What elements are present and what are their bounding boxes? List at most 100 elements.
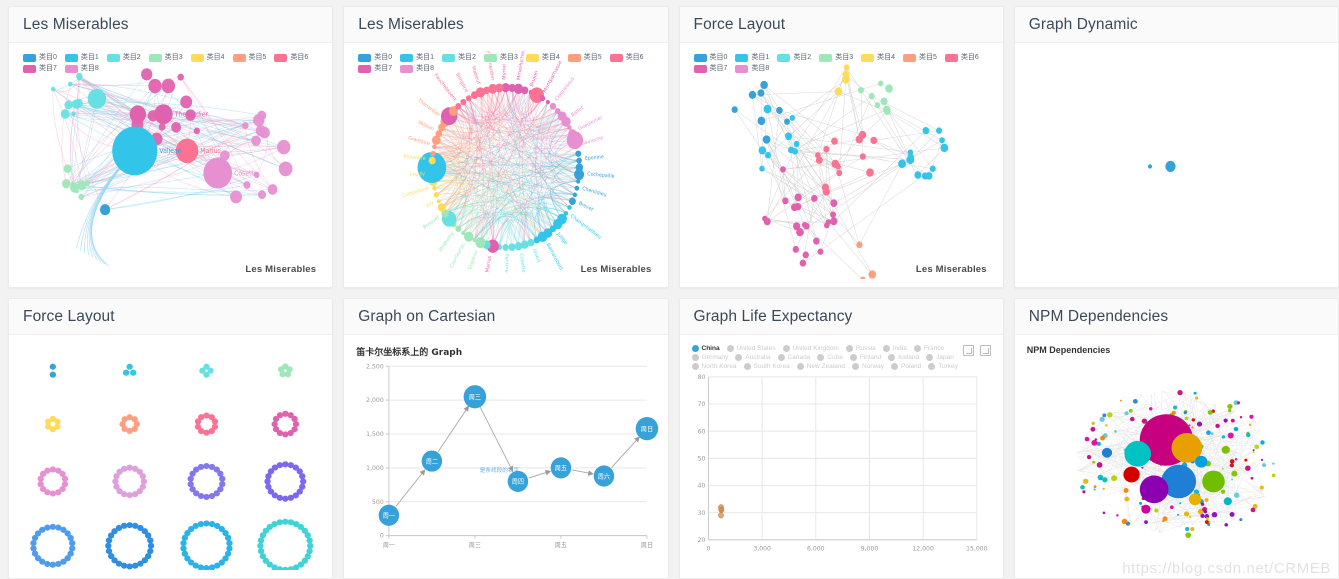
chart-toolbox[interactable] — [962, 344, 991, 356]
card-graph-dynamic[interactable]: Graph Dynamic — [1013, 6, 1339, 288]
svg-text:Cosette: Cosette — [234, 169, 258, 177]
svg-text:3,000: 3,000 — [753, 545, 771, 552]
svg-text:1,000: 1,000 — [366, 464, 384, 471]
chart-caption: Les Miserables — [580, 263, 652, 275]
svg-text:MmeHucheloup: MmeHucheloup — [516, 51, 528, 81]
svg-text:Simplice: Simplice — [454, 72, 469, 94]
svg-text:Grantaire: Grantaire — [408, 135, 431, 147]
svg-text:Brujon: Brujon — [529, 70, 540, 88]
force-layout-graph[interactable] — [688, 51, 995, 279]
svg-text:Chenildieu: Chenildieu — [582, 186, 608, 199]
svg-text:周五: 周五 — [555, 465, 567, 472]
svg-text:周三: 周三 — [469, 394, 481, 401]
svg-text:周日: 周日 — [641, 425, 653, 432]
svg-text:2,000: 2,000 — [366, 397, 384, 404]
card-npm-dependencies[interactable]: NPM Dependencies NPM Dependencies — [1013, 297, 1339, 579]
svg-text:周一: 周一 — [383, 542, 395, 549]
svg-text:Mabeuf: Mabeuf — [470, 65, 481, 85]
force-layout-rings-graph[interactable] — [17, 343, 324, 570]
svg-text:2,500: 2,500 — [366, 363, 384, 370]
svg-text:12,000: 12,000 — [912, 545, 933, 552]
graph-dynamic-graph[interactable] — [1023, 51, 1330, 279]
svg-text:Prouvaire: Prouvaire — [404, 154, 427, 162]
chart-caption: Les Miserables — [915, 263, 987, 275]
svg-text:50: 50 — [697, 455, 705, 462]
data-zoom-reset-icon[interactable] — [979, 344, 991, 356]
svg-text:Brevet: Brevet — [578, 201, 595, 214]
svg-text:Babet: Babet — [570, 105, 585, 119]
svg-text:60: 60 — [697, 428, 705, 435]
card-chart-area[interactable]: NPM Dependencies — [1022, 342, 1330, 571]
svg-text:30: 30 — [697, 509, 705, 516]
svg-text:20: 20 — [697, 536, 705, 543]
svg-text:Gavroche: Gavroche — [581, 135, 604, 147]
svg-text:周四: 周四 — [512, 478, 524, 485]
npm-dependencies-graph[interactable] — [1023, 343, 1330, 571]
chart-caption: Les Miserables — [245, 263, 317, 275]
svg-text:Valjean: Valjean — [417, 119, 435, 132]
chart-card-grid: Les Miserables 类目0 类目1 类目2 类目3 类目4 类目5 类目6 类目7 类… — [0, 0, 1339, 579]
svg-text:周二: 周二 — [426, 458, 438, 465]
card-les-miserables-circular[interactable]: Les Miserables 类目0 类目1 类目2 类目3 类目4 类目5 类目6 类目7 类… — [343, 6, 669, 288]
svg-text:Jondrette: Jondrette — [437, 231, 456, 254]
svg-text:0: 0 — [380, 532, 384, 539]
svg-text:Joly: Joly — [424, 200, 435, 210]
svg-text:Fauchelevent: Fauchelevent — [433, 73, 458, 103]
card-chart-area[interactable]: 类目0 类目1 类目2 类目3 类目4 类目5 类目6 类目7 类目8 Valjean Mariu… — [17, 51, 325, 279]
les-miserables-force-graph[interactable]: Valjean Marius Cosette Javert Thenardier — [17, 51, 324, 279]
svg-text:1,500: 1,500 — [366, 431, 384, 438]
svg-text:周一: 周一 — [383, 512, 395, 519]
svg-text:6,000: 6,000 — [807, 545, 825, 552]
svg-text:Thenardier: Thenardier — [174, 110, 209, 118]
card-title: Graph Dynamic — [1014, 7, 1338, 43]
svg-text:周三: 周三 — [469, 542, 481, 549]
card-title: Graph Life Expectancy — [679, 298, 1003, 335]
svg-text:周五: 周五 — [555, 542, 567, 549]
svg-text:Enjolras: Enjolras — [468, 249, 480, 271]
graph-on-cartesian-chart[interactable]: 0 500 1,000 1,500 2,000 2,500 周一 周三 周五 周日 是条线段的名字周… — [352, 343, 659, 571]
les-miserables-circular-graph[interactable]: Myriel MmeHucheloup Brujon Montparnasse Claq… — [352, 51, 659, 279]
svg-text:周日: 周日 — [641, 542, 653, 549]
svg-text:Champmathieu: Champmathieu — [569, 213, 602, 241]
svg-text:Thenardier: Thenardier — [416, 97, 442, 119]
svg-text:Claquesous: Claquesous — [554, 76, 576, 103]
svg-text:Marius: Marius — [200, 147, 221, 155]
card-title: Force Layout — [9, 298, 333, 335]
card-chart-area[interactable] — [1022, 51, 1330, 279]
svg-text:9,000: 9,000 — [860, 545, 878, 552]
svg-text:Fantine: Fantine — [504, 254, 510, 273]
card-graph-life-expectancy[interactable]: Graph Life Expectancy China United States… — [678, 297, 1004, 579]
svg-text:Eponine: Eponine — [585, 154, 604, 162]
data-zoom-icon[interactable] — [962, 344, 974, 356]
card-chart-area[interactable] — [17, 342, 325, 570]
svg-text:MmeThenardier: MmeThenardier — [483, 51, 495, 82]
card-force-layout-graph[interactable]: Force Layout 类目0 类目1 类目2 类目3 类目4 类目5 类目6 类目7 类目8… — [678, 6, 1004, 288]
card-title: Graph on Cartesian — [344, 298, 668, 335]
card-chart-area[interactable]: 类目0 类目1 类目2 类目3 类目4 类目5 类目6 类目7 类目8 Les Miserabl… — [687, 51, 995, 279]
card-title: Les Miserables — [9, 7, 333, 43]
svg-text:0: 0 — [706, 545, 710, 552]
svg-text:Bossuet: Bossuet — [422, 214, 441, 231]
svg-text:Bamatabois: Bamatabois — [545, 242, 564, 272]
card-les-miserables-force[interactable]: Les Miserables 类目0 类目1 类目2 类目3 类目4 类目5 类目6 类目7 类… — [8, 6, 334, 288]
svg-text:周六: 周六 — [598, 472, 610, 480]
card-chart-area[interactable]: 笛卡尔坐标系上的 Graph 0 500 1,000 1,500 2,000 2,500 周… — [352, 342, 660, 571]
card-title: Force Layout — [679, 7, 1003, 43]
life-expectancy-chart[interactable]: 20 30 40 50 60 70 80 0 3,000 6,000 9,000 12,000 15,0… — [688, 343, 995, 571]
svg-text:Gueulemer: Gueulemer — [578, 114, 605, 132]
svg-text:Cosette: Cosette — [518, 253, 527, 273]
card-title: Les Miserables — [344, 7, 668, 43]
svg-text:40: 40 — [697, 482, 705, 489]
card-chart-area[interactable]: 类目0 类目1 类目2 类目3 类目4 类目5 类目6 类目7 类目8 Myriel MmeHuc… — [352, 51, 660, 279]
svg-text:Valjean: Valjean — [159, 147, 181, 155]
card-graph-on-cartesian[interactable]: Graph on Cartesian 笛卡尔坐标系上的 Graph 0 500 1,… — [343, 297, 669, 579]
svg-text:Myriel: Myriel — [502, 64, 508, 79]
card-title: NPM Dependencies — [1014, 298, 1338, 335]
card-force-layout-rings[interactable]: Force Layout — [8, 297, 334, 579]
svg-text:80: 80 — [697, 373, 705, 380]
svg-text:Cochepaille: Cochepaille — [587, 171, 615, 180]
svg-text:Courfeyrac: Courfeyrac — [449, 242, 467, 270]
echarts-gallery-page: Les Miserables 类目0 类目1 类目2 类目3 类目4 类目5 类目6 类目7 类… — [0, 0, 1339, 579]
svg-text:Judge: Judge — [555, 230, 569, 246]
card-chart-area[interactable]: China United States United Kingdom Russia In… — [687, 342, 995, 571]
